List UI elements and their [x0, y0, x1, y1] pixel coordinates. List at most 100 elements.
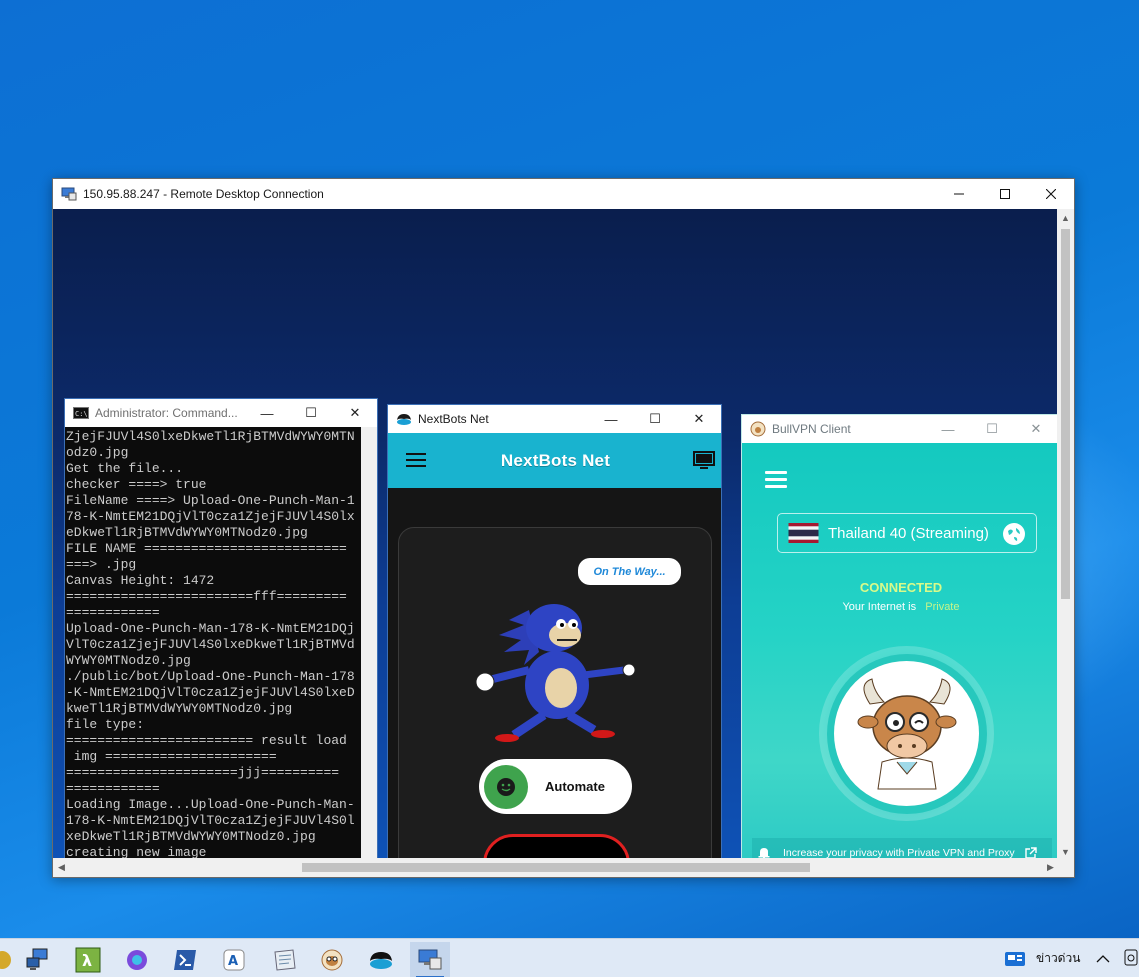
svg-text:λ: λ — [82, 951, 92, 970]
automate-toggle[interactable]: Automate — [479, 759, 632, 814]
bullvpn-maximize-button[interactable]: ☐ — [970, 415, 1014, 443]
internet-status: Your Internet is Private — [742, 601, 1058, 613]
cmd-output-line: ZjejFJUVl4S0lxeDkweTl1RjBTMVdWYWY0MTN — [66, 429, 355, 444]
nextbots-window[interactable]: NextBots Net — ☐ ✕ NextBots Net On The W… — [387, 404, 722, 860]
taskbar-notes-app[interactable] — [264, 942, 304, 977]
taskbar-rdp-app[interactable] — [410, 942, 450, 977]
minimize-button[interactable] — [936, 179, 982, 209]
taskbar-app-a[interactable]: A — [214, 942, 254, 977]
cmd-output-line: odz0.jpg — [66, 445, 129, 460]
cmd-output-line: VlT0cza1ZjejFJUVl4S0lxeDkweTl1RjBTMVd — [66, 637, 355, 652]
nextbots-header-title: NextBots Net — [500, 450, 611, 470]
notepad-icon — [274, 949, 296, 971]
nextbots-close-button[interactable]: ✕ — [677, 405, 721, 433]
hamburger-menu-icon[interactable] — [406, 453, 426, 467]
cmd-minimize-button[interactable]: — — [245, 399, 289, 427]
cmd-output-line: eDkweTl1RjBTMVdWYWY0MTNodz0.jpg — [66, 525, 308, 540]
bullvpn-close-button[interactable]: ✕ — [1014, 415, 1058, 443]
close-button[interactable] — [1028, 179, 1074, 209]
app-a-icon: A — [223, 949, 245, 971]
rdp-vertical-scroll-thumb[interactable] — [1061, 229, 1070, 599]
bullvpn-minimize-button[interactable]: — — [926, 415, 970, 443]
cmd-console[interactable]: ZjejFJUVl4S0lxeDkweTl1RjBTMVdWYWY0MTN odz… — [65, 427, 377, 860]
tray-device-icon[interactable] — [1124, 949, 1139, 972]
copilot-icon — [127, 950, 147, 970]
remote-screen[interactable]: C:\ Administrator: Command... — ☐ ✕ Zjej… — [53, 209, 1059, 860]
monitor-icon[interactable] — [693, 451, 715, 471]
internet-status-value: Private — [925, 601, 960, 613]
connection-status: CONNECTED — [859, 580, 943, 595]
cmd-titlebar[interactable]: C:\ Administrator: Command... — ☐ ✕ — [65, 399, 377, 427]
internet-status-prefix: Your Internet is — [842, 601, 917, 613]
network-computer-icon — [26, 948, 48, 970]
cmd-output-line: ======================jjj========== — [66, 765, 340, 780]
nextbots-maximize-button[interactable]: ☐ — [633, 405, 677, 433]
cmd-output-line: ============ — [66, 605, 160, 620]
location-selector[interactable]: Thailand 40 (Streaming) — [777, 513, 1037, 553]
cmd-maximize-button[interactable]: ☐ — [289, 399, 333, 427]
nextbots-title: NextBots Net — [418, 412, 489, 426]
hamburger-menu-icon[interactable] — [765, 471, 787, 489]
taskbar-bullvpn-app[interactable] — [312, 942, 352, 977]
cmd-output-line: ======================== result load — [66, 733, 347, 748]
minimize-icon — [954, 193, 964, 195]
cmd-output-line: 78-K-NmtEM21DQjVlT0cza1ZjejFJUVl4S0lx — [66, 509, 355, 524]
cmd-title: Administrator: Command... — [95, 406, 238, 420]
bullvpn-window[interactable]: BullVPN Client — ☐ ✕ Thailand 40 (Stream… — [741, 414, 1059, 860]
cmd-output-line: ========================fff========= — [66, 589, 347, 604]
maximize-icon — [1000, 189, 1010, 199]
cmd-scrollbar[interactable] — [361, 427, 377, 860]
record-button[interactable] — [483, 834, 630, 860]
cmd-output-line: Canvas Height: 1472 — [66, 573, 215, 588]
taskbar-copilot-app[interactable] — [117, 942, 157, 977]
maximize-button[interactable] — [982, 179, 1028, 209]
cmd-output-line: FILE NAME ========================== — [66, 541, 347, 556]
cmd-window[interactable]: C:\ Administrator: Command... — ☐ ✕ Zjej… — [64, 398, 378, 860]
cmd-output-line: -K-NmtEM21DQjVlT0cza1ZjejFJUVl4S0lxeD — [66, 685, 355, 700]
nextbots-body: On The Way... Automate — [388, 488, 721, 860]
cmd-output-line: FileName ====> Upload-One-Punch-Man-1 — [66, 493, 355, 508]
partial-app-icon — [0, 951, 11, 969]
sanic-mascot-image — [475, 604, 636, 742]
rdp-horizontal-scrollbar[interactable]: ◀ ▶ — [53, 858, 1059, 877]
svg-text:C:\: C:\ — [75, 410, 88, 418]
taskbar: λ A ข่าวด่วน — [0, 938, 1139, 977]
tray-chevron-up-icon[interactable] — [1096, 951, 1110, 969]
nextbots-header: NextBots Net — [388, 433, 721, 488]
news-widget[interactable]: ข่าวด่วน — [1004, 939, 1080, 977]
svg-text:A: A — [228, 954, 238, 969]
cmd-output-line: xeDkweTl1RjBTMVdWYWY0MTNodz0.jpg — [66, 829, 316, 844]
scroll-up-icon[interactable]: ▲ — [1057, 209, 1074, 226]
cmd-output-line: kweTl1RjBTMVdWYWY0MTNodz0.jpg — [66, 701, 293, 716]
cmd-output: ZjejFJUVl4S0lxeDkweTl1RjBTMVdWYWY0MTN odz… — [66, 429, 362, 860]
cmd-output-line: img ====================== — [66, 749, 277, 764]
bullvpn-titlebar[interactable]: BullVPN Client — ☐ ✕ — [742, 415, 1058, 443]
privacy-banner[interactable]: Increase your privacy with Private VPN a… — [752, 838, 1052, 860]
globe-icon[interactable] — [1002, 522, 1026, 546]
close-icon — [1046, 189, 1056, 199]
cmd-icon: C:\ — [73, 407, 89, 419]
rdp-vertical-scrollbar[interactable]: ▲ ▼ — [1057, 209, 1074, 860]
automate-label: Automate — [545, 779, 605, 794]
rdp-titlebar[interactable]: 150.95.88.247 - Remote Desktop Connectio… — [53, 179, 1074, 209]
location-text: Thailand 40 (Streaming) — [828, 524, 989, 542]
remote-desktop-icon — [61, 187, 77, 201]
taskbar-powershell-app[interactable] — [165, 942, 205, 977]
nextbots-titlebar[interactable]: NextBots Net — ☐ ✕ — [388, 405, 721, 433]
rdp-window[interactable]: 150.95.88.247 - Remote Desktop Connectio… — [52, 178, 1075, 878]
cmd-output-line: Upload-One-Punch-Man-178-K-NmtEM21DQj — [66, 621, 355, 636]
taskbar-nextbots-app[interactable] — [361, 942, 401, 977]
nextbots-minimize-button[interactable]: — — [589, 405, 633, 433]
cmd-output-line: 178-K-NmtEM21DQjVlT0cza1ZjejFJUVl4S0l — [66, 813, 355, 828]
taskbar-lambda-app[interactable]: λ — [68, 942, 108, 977]
taskbar-network-app[interactable] — [18, 942, 58, 977]
cmd-output-line: WYWY0MTNodz0.jpg — [66, 653, 191, 668]
scroll-left-icon[interactable]: ◀ — [53, 859, 70, 876]
cmd-close-button[interactable]: ✕ — [333, 399, 377, 427]
nextbots-card: On The Way... Automate — [398, 527, 712, 860]
powershell-icon — [174, 950, 196, 970]
rdp-horizontal-scroll-thumb[interactable] — [302, 863, 810, 872]
cmd-output-line: Loading Image...Upload-One-Punch-Man- — [66, 797, 355, 812]
lambda-icon: λ — [75, 947, 101, 973]
connect-button[interactable] — [819, 646, 994, 821]
